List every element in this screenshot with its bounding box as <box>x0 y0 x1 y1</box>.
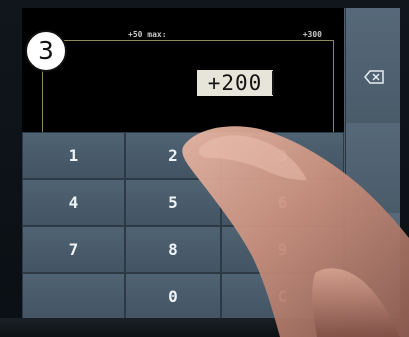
backspace-button[interactable] <box>346 8 400 124</box>
key-5[interactable]: 5 <box>125 179 221 226</box>
bottom-bezel <box>0 318 409 337</box>
side-panel-lower-button[interactable] <box>346 213 400 320</box>
key-4[interactable]: 4 <box>22 179 125 226</box>
touchscreen: +50 max: +300 +200 1 2 3 4 5 6 7 8 9 0 C… <box>22 8 400 320</box>
backspace-icon <box>364 70 384 84</box>
entry-panel: +50 max: +300 +200 <box>22 8 344 138</box>
key-9[interactable]: 9 <box>221 226 344 273</box>
cancel-button[interactable]: × <box>346 123 400 292</box>
key-8[interactable]: 8 <box>125 226 221 273</box>
value-input-frame[interactable] <box>42 40 334 138</box>
text-cursor <box>272 71 274 95</box>
numeric-keypad: 1 2 3 4 5 6 7 8 9 0 C <box>22 132 344 320</box>
key-7[interactable]: 7 <box>22 226 125 273</box>
key-3[interactable]: 3 <box>221 132 344 179</box>
action-panel: × <box>345 8 400 320</box>
min-max-label: +50 max: <box>128 30 167 39</box>
key-2[interactable]: 2 <box>125 132 221 179</box>
clear-key[interactable]: C <box>221 273 344 320</box>
step-badge: 3 <box>25 30 67 72</box>
max-value: +300 <box>302 30 322 39</box>
key-1[interactable]: 1 <box>22 132 125 179</box>
key-blank <box>22 273 125 320</box>
key-6[interactable]: 6 <box>221 179 344 226</box>
key-0[interactable]: 0 <box>125 273 221 320</box>
value-display[interactable]: +200 <box>197 70 273 96</box>
